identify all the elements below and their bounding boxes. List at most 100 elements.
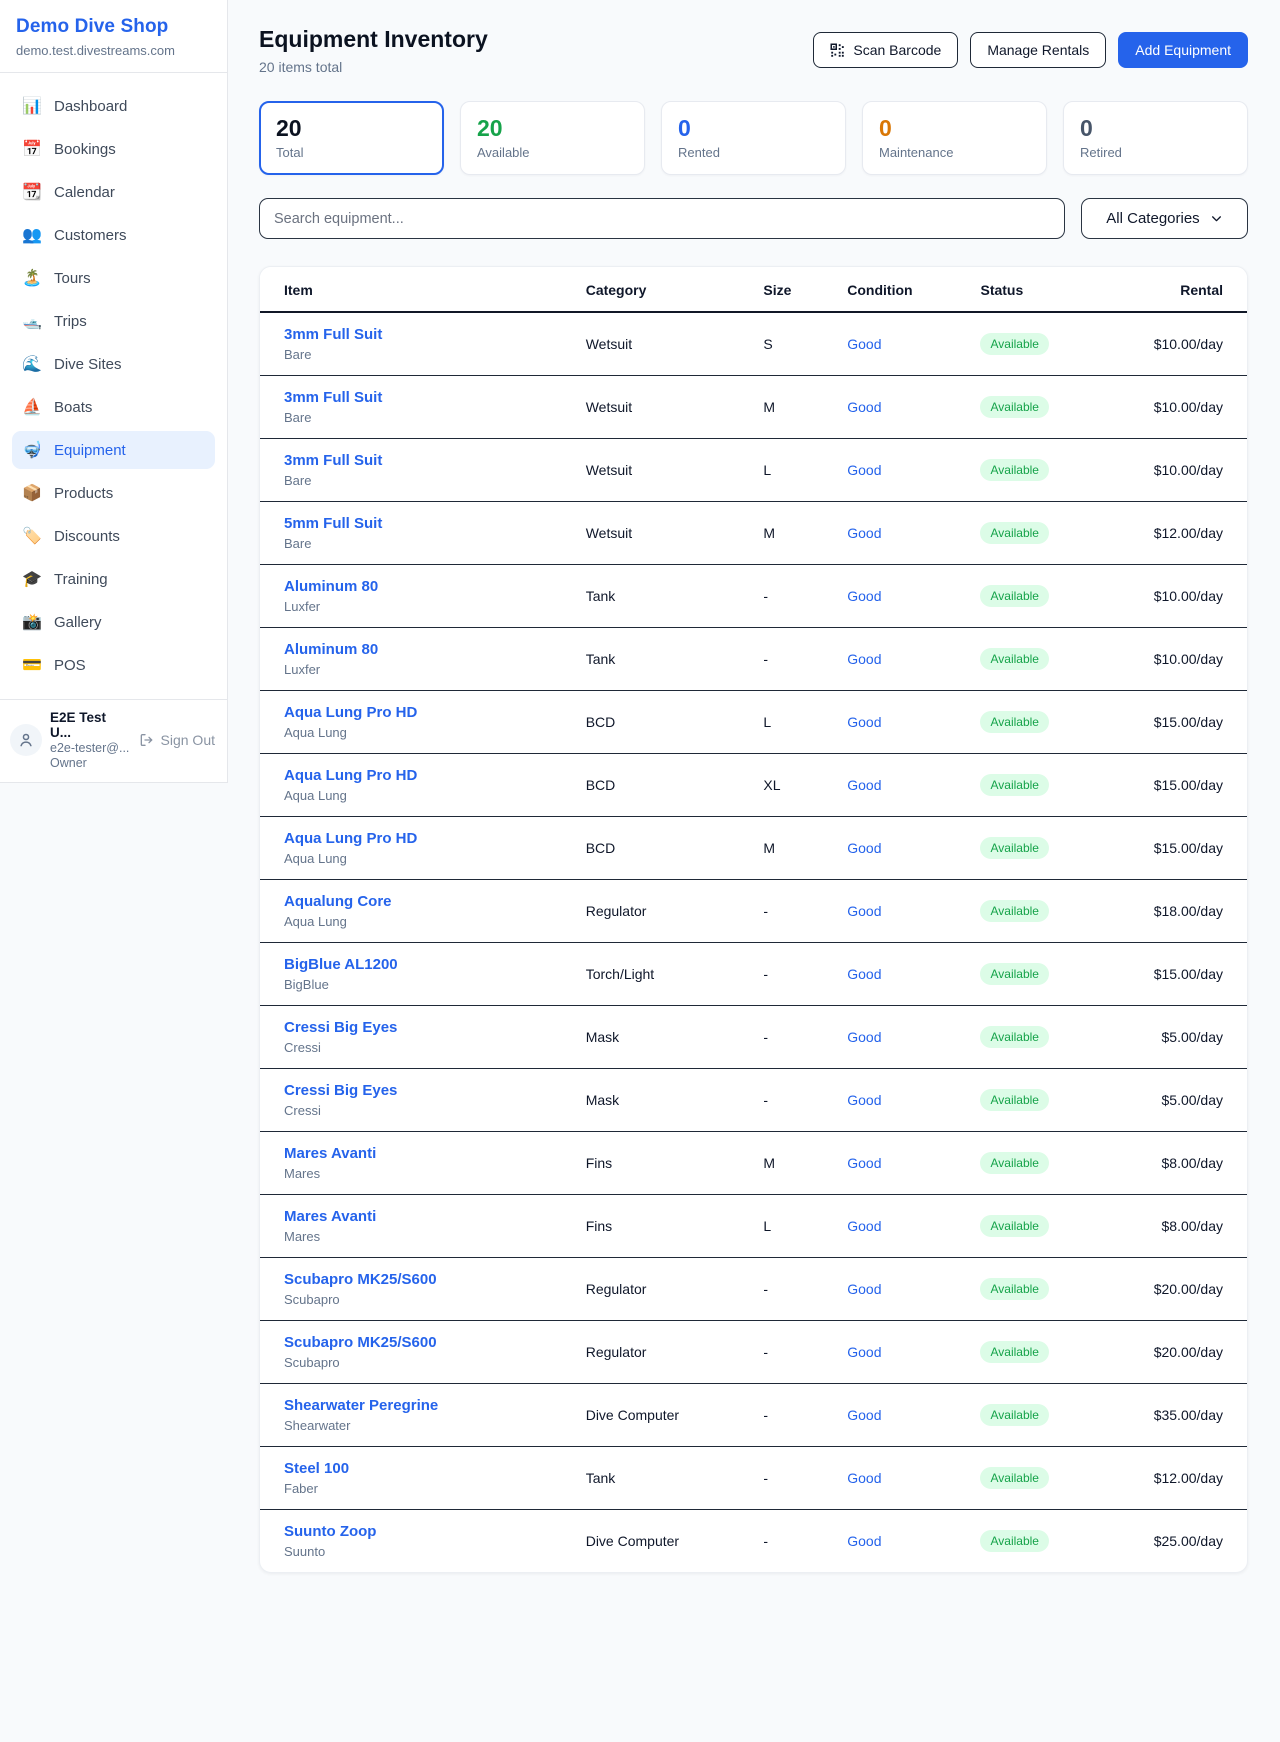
sidebar-item-label: Products xyxy=(54,485,113,502)
category-select[interactable]: All Categories xyxy=(1081,198,1248,239)
item-condition-link[interactable]: Good xyxy=(847,1029,881,1045)
sidebar-item[interactable]: 📅 Bookings xyxy=(12,130,215,168)
item-condition-link[interactable]: Good xyxy=(847,651,881,667)
item-category: Tank xyxy=(586,628,764,691)
stat-value: 20 xyxy=(276,115,427,142)
status-badge: Available xyxy=(980,396,1048,418)
stat-card[interactable]: 0 Retired xyxy=(1063,101,1248,175)
item-name-link[interactable]: 3mm Full Suit xyxy=(284,326,382,343)
chevron-down-icon xyxy=(1210,212,1223,225)
item-name-link[interactable]: Cressi Big Eyes xyxy=(284,1082,397,1099)
item-condition-link[interactable]: Good xyxy=(847,462,881,478)
item-condition-link[interactable]: Good xyxy=(847,1407,881,1423)
item-name-link[interactable]: 5mm Full Suit xyxy=(284,515,382,532)
item-name-link[interactable]: Scubapro MK25/S600 xyxy=(284,1334,437,1351)
item-brand: Bare xyxy=(284,347,586,362)
item-category: Mask xyxy=(586,1069,764,1132)
table-row: 3mm Full Suit Bare Wetsuit L Good Availa… xyxy=(260,439,1247,502)
sign-out-label: Sign Out xyxy=(161,732,215,748)
item-name-link[interactable]: Aluminum 80 xyxy=(284,641,378,658)
item-rental-rate: $18.00/day xyxy=(1119,880,1247,943)
manage-rentals-button[interactable]: Manage Rentals xyxy=(970,32,1106,68)
add-equipment-button[interactable]: Add Equipment xyxy=(1118,32,1248,68)
sidebar: Demo Dive Shop demo.test.divestreams.com… xyxy=(0,0,228,783)
status-badge: Available xyxy=(980,1530,1048,1552)
main-content: Equipment Inventory 20 items total Sca xyxy=(228,0,1280,1597)
stat-card[interactable]: 20 Total xyxy=(259,101,444,175)
table-row: Mares Avanti Mares Fins M Good Available… xyxy=(260,1132,1247,1195)
item-name-link[interactable]: Scubapro MK25/S600 xyxy=(284,1271,437,1288)
stat-card[interactable]: 0 Rented xyxy=(661,101,846,175)
item-category: Fins xyxy=(586,1132,764,1195)
item-rental-rate: $20.00/day xyxy=(1119,1258,1247,1321)
sidebar-item[interactable]: 🏷️ Discounts xyxy=(12,517,215,555)
item-name-link[interactable]: Mares Avanti xyxy=(284,1145,376,1162)
item-name-link[interactable]: Aqua Lung Pro HD xyxy=(284,704,417,721)
sidebar-item[interactable]: 🌊 Dive Sites xyxy=(12,345,215,383)
scan-barcode-button[interactable]: Scan Barcode xyxy=(813,32,958,68)
item-condition-link[interactable]: Good xyxy=(847,399,881,415)
item-condition-link[interactable]: Good xyxy=(847,1092,881,1108)
item-name-link[interactable]: Steel 100 xyxy=(284,1460,349,1477)
item-size: - xyxy=(763,1321,847,1384)
item-name-link[interactable]: Cressi Big Eyes xyxy=(284,1019,397,1036)
item-size: L xyxy=(763,439,847,502)
sidebar-item-label: Trips xyxy=(54,313,87,330)
qr-code-icon xyxy=(830,43,845,58)
item-name-link[interactable]: Aqualung Core xyxy=(284,893,392,910)
stat-label: Retired xyxy=(1080,145,1231,160)
brand-block: Demo Dive Shop demo.test.divestreams.com xyxy=(0,16,227,73)
item-name-link[interactable]: Shearwater Peregrine xyxy=(284,1397,438,1414)
status-badge: Available xyxy=(980,1152,1048,1174)
stat-card[interactable]: 0 Maintenance xyxy=(862,101,1047,175)
user-email: e2e-tester@... xyxy=(50,741,131,755)
sidebar-item[interactable]: 👥 Customers xyxy=(12,216,215,254)
item-condition-link[interactable]: Good xyxy=(847,1344,881,1360)
item-condition-link[interactable]: Good xyxy=(847,1533,881,1549)
item-condition-link[interactable]: Good xyxy=(847,1281,881,1297)
item-condition-link[interactable]: Good xyxy=(847,1470,881,1486)
sidebar-item[interactable]: ⛵ Boats xyxy=(12,388,215,426)
item-condition-link[interactable]: Good xyxy=(847,840,881,856)
col-header-status: Status xyxy=(980,267,1118,312)
item-name-link[interactable]: Aluminum 80 xyxy=(284,578,378,595)
stat-value: 20 xyxy=(477,115,628,142)
item-rental-rate: $5.00/day xyxy=(1119,1069,1247,1132)
item-condition-link[interactable]: Good xyxy=(847,714,881,730)
sidebar-item[interactable]: 💳 POS xyxy=(12,646,215,684)
item-condition-link[interactable]: Good xyxy=(847,903,881,919)
item-condition-link[interactable]: Good xyxy=(847,336,881,352)
sidebar-item[interactable]: 📆 Calendar xyxy=(12,173,215,211)
table-row: 3mm Full Suit Bare Wetsuit S Good Availa… xyxy=(260,312,1247,376)
sidebar-item[interactable]: 🏝️ Tours xyxy=(12,259,215,297)
sidebar-item[interactable]: 📸 Gallery xyxy=(12,603,215,641)
item-name-link[interactable]: Suunto Zoop xyxy=(284,1523,376,1540)
item-name-link[interactable]: Aqua Lung Pro HD xyxy=(284,830,417,847)
sidebar-item[interactable]: 📦 Products xyxy=(12,474,215,512)
item-condition-link[interactable]: Good xyxy=(847,966,881,982)
item-condition-link[interactable]: Good xyxy=(847,1155,881,1171)
sidebar-item[interactable]: 🎓 Training xyxy=(12,560,215,598)
item-name-link[interactable]: Aqua Lung Pro HD xyxy=(284,767,417,784)
item-brand: Luxfer xyxy=(284,662,586,677)
sidebar-item[interactable]: 📊 Dashboard xyxy=(12,87,215,125)
sidebar-item[interactable]: 🤿 Equipment xyxy=(12,431,215,469)
item-rental-rate: $10.00/day xyxy=(1119,628,1247,691)
item-rental-rate: $15.00/day xyxy=(1119,817,1247,880)
stat-card[interactable]: 20 Available xyxy=(460,101,645,175)
col-header-size: Size xyxy=(763,267,847,312)
sign-out-button[interactable]: Sign Out xyxy=(139,732,215,748)
item-name-link[interactable]: Mares Avanti xyxy=(284,1208,376,1225)
item-name-link[interactable]: 3mm Full Suit xyxy=(284,452,382,469)
table-row: Aqua Lung Pro HD Aqua Lung BCD M Good Av… xyxy=(260,817,1247,880)
item-condition-link[interactable]: Good xyxy=(847,525,881,541)
search-input[interactable] xyxy=(259,198,1065,239)
item-condition-link[interactable]: Good xyxy=(847,588,881,604)
item-name-link[interactable]: 3mm Full Suit xyxy=(284,389,382,406)
item-name-link[interactable]: BigBlue AL1200 xyxy=(284,956,398,973)
item-rental-rate: $8.00/day xyxy=(1119,1132,1247,1195)
sidebar-item[interactable]: 🛥️ Trips xyxy=(12,302,215,340)
item-size: L xyxy=(763,691,847,754)
item-condition-link[interactable]: Good xyxy=(847,777,881,793)
item-condition-link[interactable]: Good xyxy=(847,1218,881,1234)
